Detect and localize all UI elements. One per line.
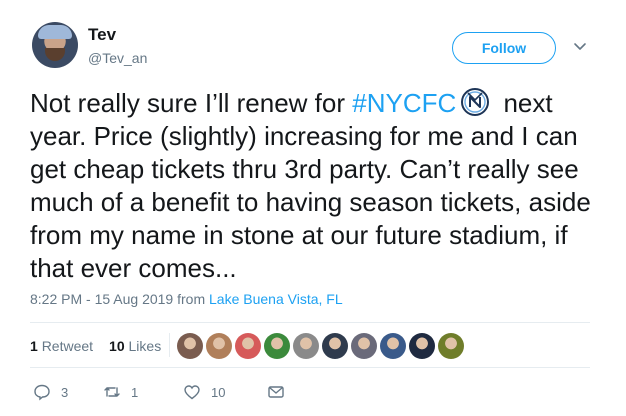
user-handle[interactable]: @Tev_an — [88, 50, 147, 66]
stats-separator — [169, 333, 170, 357]
liker-avatar[interactable] — [264, 333, 290, 359]
user-avatar[interactable] — [32, 22, 78, 68]
follow-button[interactable]: Follow — [452, 32, 556, 64]
retweets-stat[interactable]: 1 Retweet — [30, 338, 93, 354]
message-action[interactable] — [267, 383, 285, 401]
liker-avatar[interactable] — [177, 333, 203, 359]
liker-avatar[interactable] — [235, 333, 261, 359]
liker-avatar[interactable] — [351, 333, 377, 359]
like-action[interactable]: 10 — [183, 383, 267, 401]
liker-avatars — [177, 333, 464, 359]
reply-count: 3 — [61, 384, 69, 400]
user-name[interactable]: Tev — [88, 25, 116, 45]
liker-avatar[interactable] — [293, 333, 319, 359]
likes-label: Likes — [128, 338, 162, 354]
tweet-meta: 8:22 PM - 15 Aug 2019 from Lake Buena Vi… — [30, 291, 343, 307]
liker-avatar[interactable] — [380, 333, 406, 359]
tweet-actions: 3 1 10 — [33, 383, 285, 401]
retweets-label: Retweet — [41, 338, 94, 354]
liker-avatar[interactable] — [409, 333, 435, 359]
avatar-cap — [38, 25, 72, 39]
liker-avatar[interactable] — [438, 333, 464, 359]
likes-count: 10 — [109, 338, 125, 354]
tweet-text: Not really sure I’ll renew for #NYCFC ne… — [30, 87, 600, 285]
reply-icon — [34, 384, 50, 401]
from-label: from — [177, 291, 206, 307]
liker-avatar[interactable] — [322, 333, 348, 359]
retweets-count: 1 — [30, 338, 38, 354]
retweet-icon — [104, 387, 120, 397]
nycfc-logo-icon — [461, 88, 490, 116]
tweet-text-before: Not really sure I’ll renew for — [30, 88, 353, 118]
liker-avatar[interactable] — [206, 333, 232, 359]
envelope-icon — [268, 386, 284, 398]
avatar-beard — [45, 48, 65, 61]
like-action-count: 10 — [211, 384, 226, 400]
retweet-action[interactable]: 1 — [103, 383, 183, 401]
divider-bottom — [30, 367, 590, 368]
reply-action[interactable]: 3 — [33, 383, 103, 401]
likes-stat[interactable]: 10 Likes — [109, 338, 161, 354]
engagement-stats: 1 Retweet 10 Likes — [30, 338, 161, 354]
retweet-action-count: 1 — [131, 384, 139, 400]
tweet-timestamp[interactable]: 8:22 PM - 15 Aug 2019 — [30, 291, 173, 307]
chevron-down-icon[interactable] — [572, 38, 588, 54]
heart-icon — [184, 385, 200, 400]
location-link[interactable]: Lake Buena Vista, FL — [209, 291, 343, 307]
divider-top — [30, 322, 590, 323]
hashtag-link[interactable]: #NYCFC — [352, 88, 456, 118]
